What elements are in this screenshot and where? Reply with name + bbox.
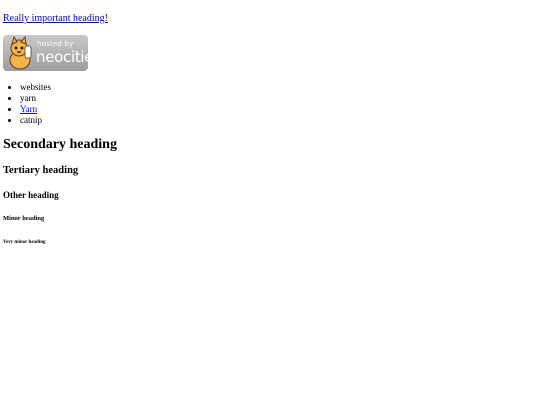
secondary-heading: Secondary heading — [3, 137, 117, 152]
item-list: websites yarn Yarn catnip — [3, 82, 537, 126]
list-item: catnip — [20, 115, 537, 126]
really-important-heading-link[interactable]: Really important heading! — [3, 13, 108, 24]
other-heading: Other heading — [3, 190, 59, 200]
minor-heading: Minor heading — [3, 215, 45, 222]
list-item: websites — [20, 82, 537, 93]
list-item-label: catnip — [20, 115, 42, 125]
badge-neocities-text: neocities — [36, 48, 88, 66]
list-item-label: yarn — [20, 93, 36, 103]
hosted-by-neocities-badge[interactable]: hosted by neocities — [3, 35, 88, 71]
tertiary-heading: Tertiary heading — [3, 165, 79, 176]
badge-hosted-by-text: hosted by — [37, 40, 74, 48]
list-item-label: websites — [20, 82, 51, 92]
yarn-link[interactable]: Yarn — [20, 104, 37, 114]
page: Really important heading! hosted by neoc… — [0, 0, 540, 405]
list-item: yarn — [20, 93, 537, 104]
list-item: Yarn — [20, 104, 537, 115]
neocities-cat-mascot-icon — [9, 36, 32, 70]
very-minor-heading: Very minor heading — [3, 240, 46, 245]
